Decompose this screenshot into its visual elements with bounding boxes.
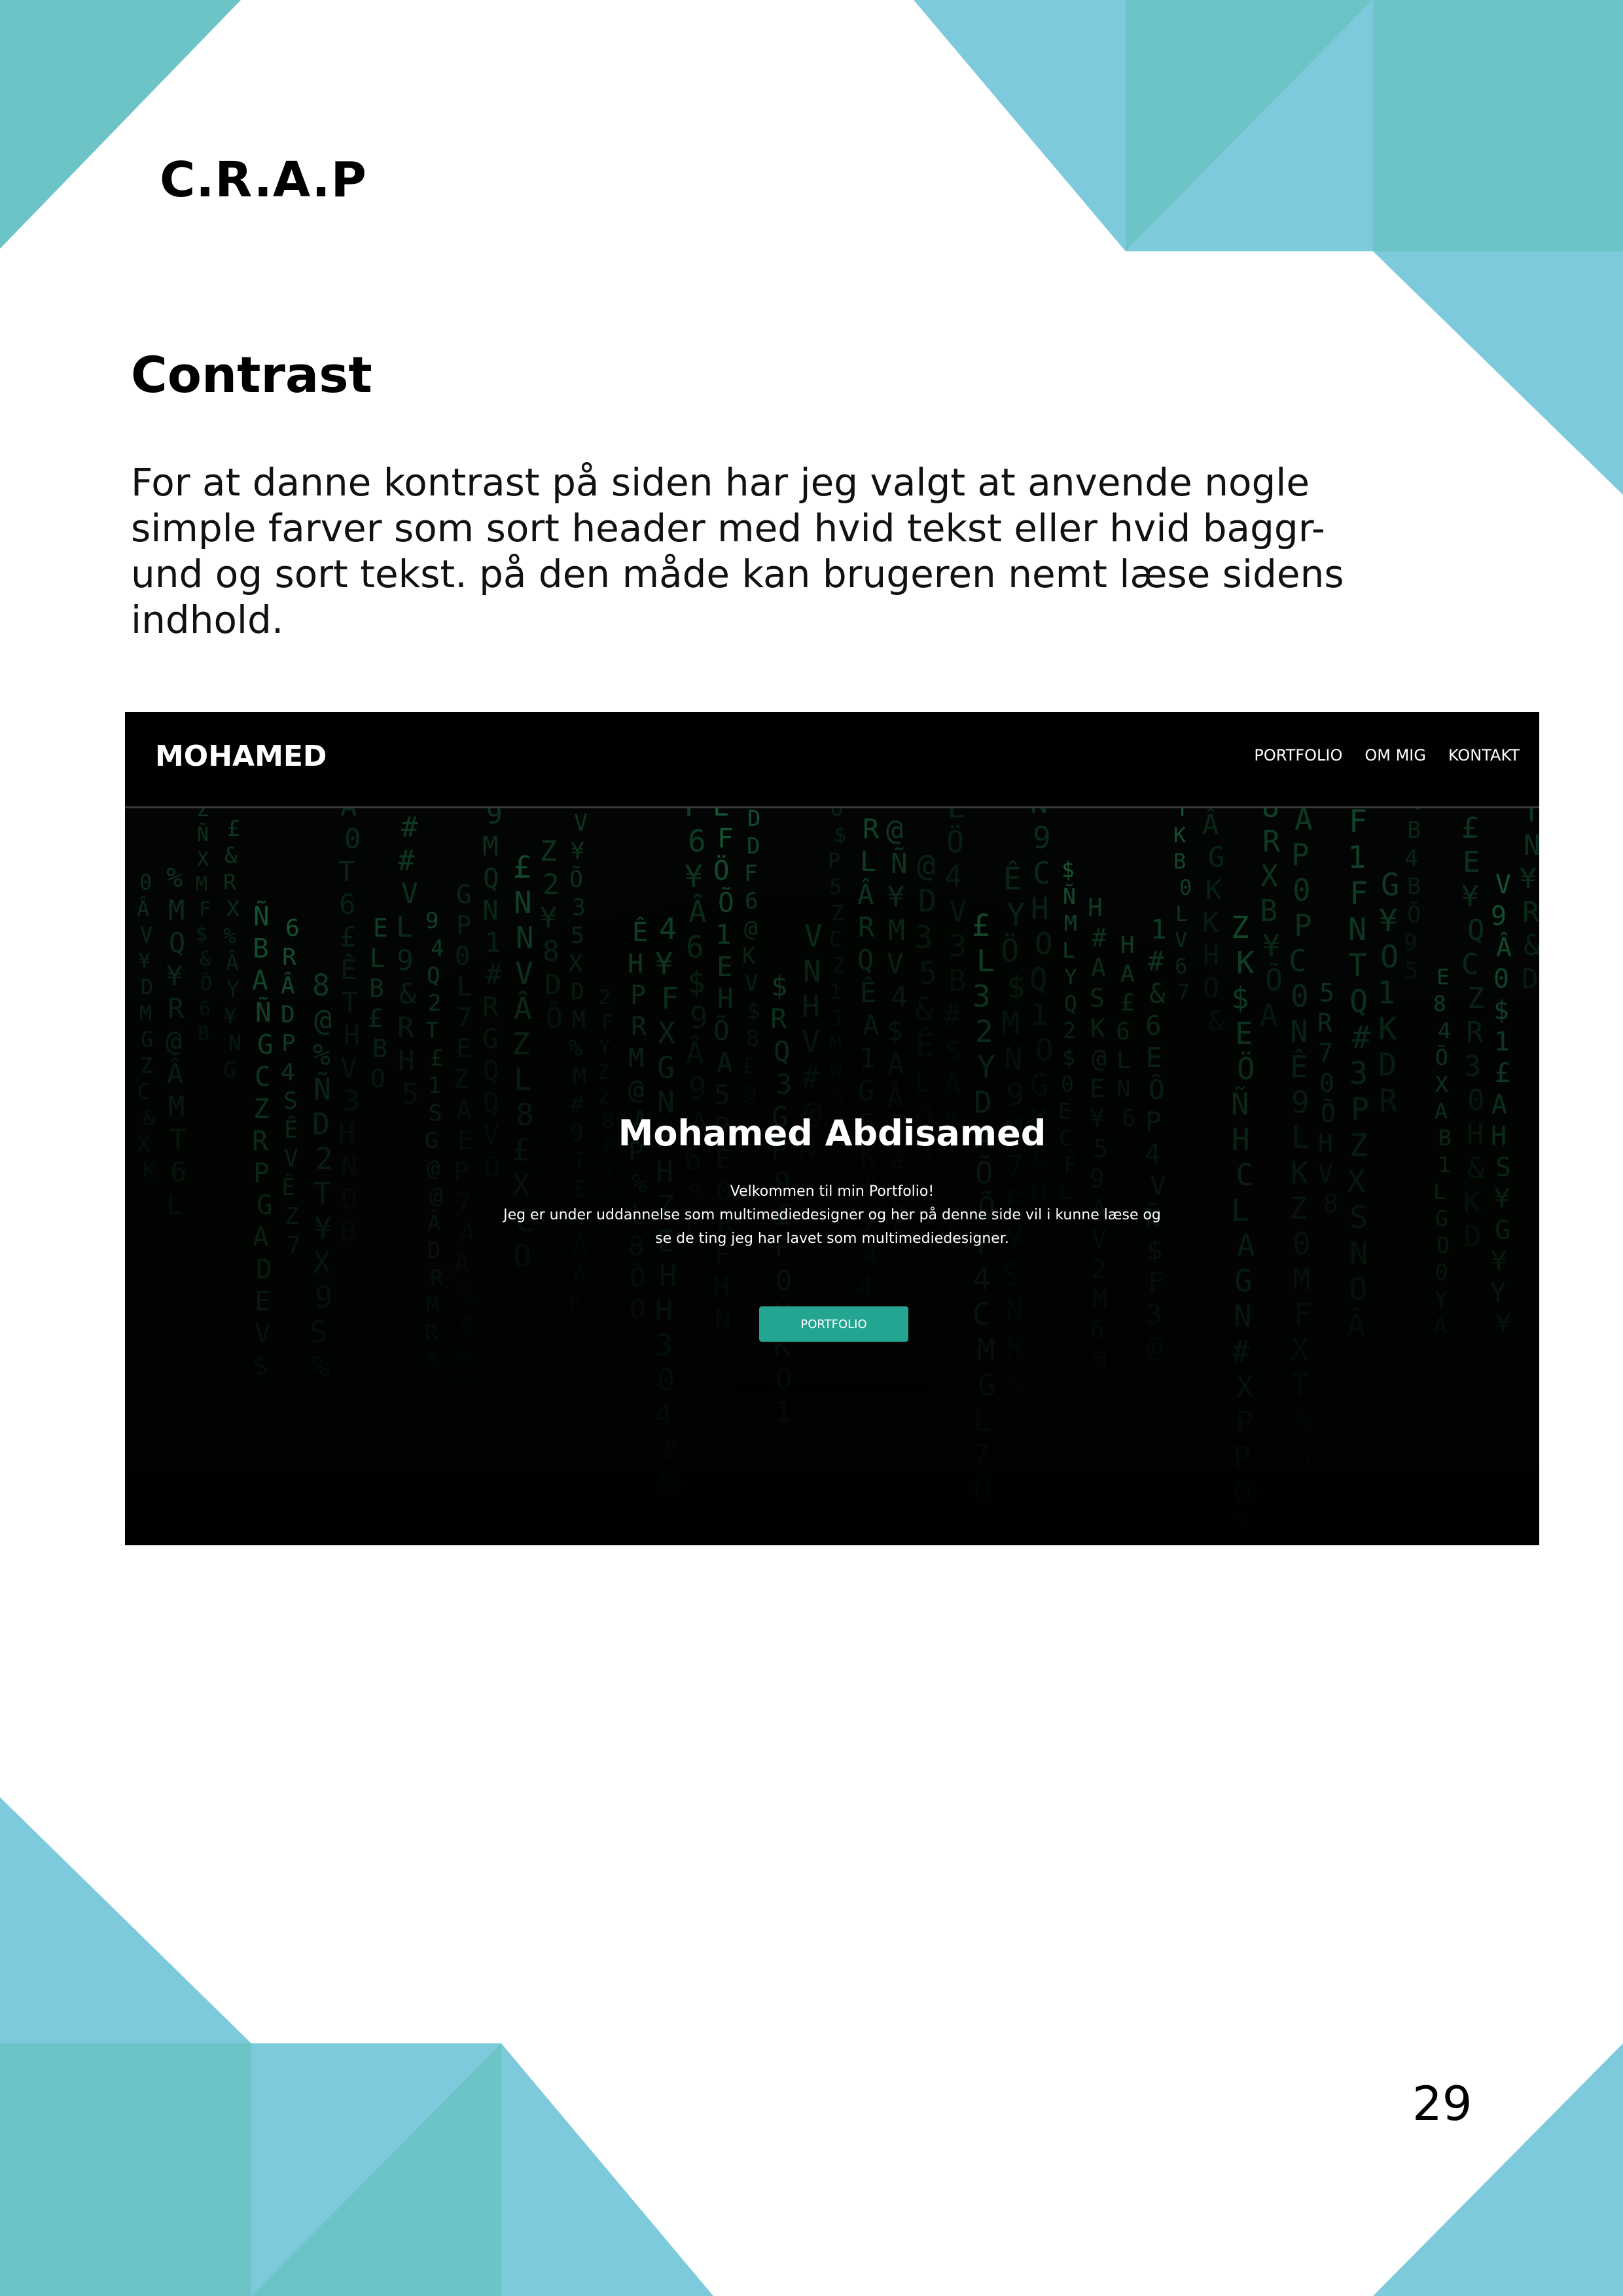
- hero-section: [125, 712, 1539, 1545]
- body-line: und og sort tekst. på den måde kan bruge…: [131, 552, 1344, 596]
- site-navbar: MOHAMED PORTFOLIO OM MIG KONTAKT: [125, 712, 1539, 808]
- nav-link-kontakt[interactable]: KONTAKT: [1448, 746, 1520, 764]
- section-label: C.R.A.P: [160, 152, 367, 208]
- body-line: indhold.: [131, 598, 284, 642]
- body-line: simple farver som sort header med hvid t…: [131, 506, 1325, 550]
- body-paragraph: For at danne kontrast på siden har jeg v…: [131, 459, 1440, 643]
- site-logo[interactable]: MOHAMED: [155, 740, 327, 773]
- nav-link-portfolio[interactable]: PORTFOLIO: [1254, 746, 1342, 764]
- page-number: 29: [1412, 2076, 1472, 2131]
- website-screenshot: MOHAMED PORTFOLIO OM MIG KONTAKT 0ÂV¥DMG…: [125, 712, 1539, 1545]
- body-line: For at danne kontrast på siden har jeg v…: [131, 460, 1310, 505]
- page-heading: Contrast: [131, 346, 372, 404]
- nav-link-om-mig[interactable]: OM MIG: [1364, 746, 1426, 764]
- site-menu: PORTFOLIO OM MIG KONTAKT: [1254, 746, 1520, 764]
